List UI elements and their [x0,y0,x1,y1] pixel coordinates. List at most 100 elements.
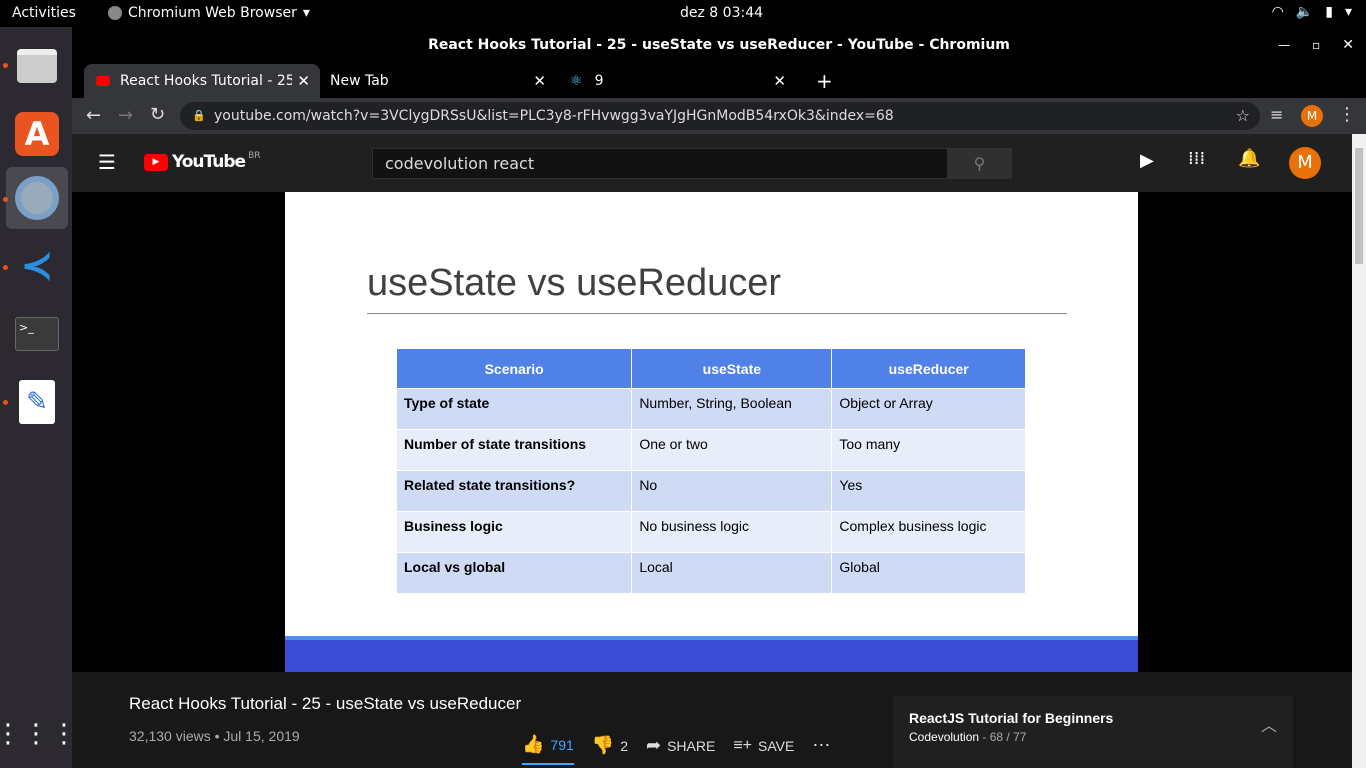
new-tab-button[interactable]: + [804,64,834,98]
youtube-header: ☰ ▶ YouTube BR codevolution react ⚲ ▶ ⁞⁞… [72,134,1352,192]
table-cell: Number, String, Boolean [631,388,833,430]
title-rule [367,313,1067,314]
activities-button[interactable]: Activities [12,5,76,21]
apps-grid-icon[interactable]: ⁞⁞⁞ [1188,148,1205,169]
files-icon [17,49,57,83]
menu-kebab-icon[interactable]: ⋮ [1338,104,1356,125]
close-tab-icon[interactable]: ✕ [773,72,786,90]
forward-icon[interactable]: → [118,105,133,126]
search-icon: ⚲ [973,154,986,173]
video-player[interactable]: useState vs useReducer Scenario useState… [72,192,1352,672]
chevron-up-icon[interactable]: ︿ [1261,712,1277,736]
table-cell: No [631,470,833,512]
chromium-icon [15,176,59,220]
dock: A ≺ >_ ✎ ⋮⋮⋮ [0,27,77,768]
show-apps-button[interactable]: ⋮⋮⋮ [0,703,77,765]
tab-label: 9 [594,73,604,89]
search-button[interactable]: ⚲ [947,148,1012,179]
react-favicon-icon: ⚛ [570,73,583,89]
playlist-channel[interactable]: Codevolution [909,730,979,744]
tab-react[interactable]: ⚛ 9 ✕ [558,64,796,98]
software-app[interactable]: A [6,103,68,165]
table-cell: Type of state [395,388,633,430]
chromium-icon [108,6,122,20]
bookmark-star-icon[interactable]: ☆ [1236,102,1250,130]
app-menu[interactable]: Chromium Web Browser ▾ [108,5,310,21]
like-count: 791 [550,736,574,753]
youtube-favicon-icon [96,76,110,86]
video-info: React Hooks Tutorial - 25 - useState vs … [72,672,1352,768]
media-control-icon[interactable]: ≡ [1270,105,1283,124]
region-code: BR [248,151,261,161]
clock[interactable]: dez 8 03:44 [680,5,763,21]
table-cell: Local vs global [395,552,633,594]
chromium-app[interactable] [6,167,68,229]
playlist-panel[interactable]: ReactJS Tutorial for Beginners Codevolut… [893,696,1293,768]
youtube-logo[interactable]: ▶ YouTube BR [144,151,261,172]
terminal-app[interactable]: >_ [6,303,68,365]
close-button[interactable]: ✕ [1342,27,1354,64]
search-input[interactable]: codevolution react [372,148,948,179]
text-editor-app[interactable]: ✎ [6,371,68,433]
share-label: SHARE [667,737,716,754]
table-header-row: Scenario useState useReducer [395,348,1026,389]
more-actions-icon[interactable]: ⋯ [812,735,830,756]
column-header: Scenario [395,348,633,389]
tab-new-tab[interactable]: New Tab ✕ [318,64,556,98]
table-cell: Too many [831,429,1026,471]
close-tab-icon[interactable]: ✕ [297,72,310,90]
table-row: Business logic No business logic Complex… [395,511,1026,553]
table-cell: Related state transitions? [395,470,633,512]
wifi-icon: ◠ [1271,4,1284,20]
system-tray[interactable]: ◠ 🔈 ▮ ▾ [1272,4,1352,20]
page-scrollbar[interactable] [1352,134,1366,768]
slide-frame: useState vs useReducer Scenario useState… [285,192,1138,672]
thumbs-up-icon: 👍 [522,734,545,754]
column-header: useReducer [831,348,1026,389]
files-app[interactable] [6,35,68,97]
table-row: Number of state transitions One or two T… [395,429,1026,471]
back-icon[interactable]: ← [86,105,101,126]
caret-down-icon: ▾ [302,5,310,21]
minimize-button[interactable]: — [1278,27,1290,64]
gnome-top-bar: Activities Chromium Web Browser ▾ dez 8 … [0,0,1366,27]
window-titlebar: React Hooks Tutorial - 25 - useState vs … [72,27,1366,64]
window-title: React Hooks Tutorial - 25 - useState vs … [428,37,1010,53]
like-button[interactable]: 👍 791 [522,734,574,765]
battery-icon: ▮ [1325,4,1333,20]
table-cell: No business logic [631,511,833,553]
youtube-play-icon: ▶ [144,153,168,171]
tab-youtube[interactable]: React Hooks Tutorial - 25 - ✕ [84,64,320,98]
table-cell: Object or Array [831,388,1026,430]
table-cell: Business logic [395,511,633,553]
share-arrow-icon: ➦ [646,735,662,755]
text-editor-icon: ✎ [19,380,55,424]
dislike-button[interactable]: 👎 2 [592,735,628,756]
browser-window: React Hooks Tutorial - 25 - useState vs … [72,27,1366,768]
playlist-title: ReactJS Tutorial for Beginners [909,710,1114,726]
playlist-position: - 68 / 77 [982,730,1027,744]
logo-text: YouTube [172,152,246,172]
tab-strip: React Hooks Tutorial - 25 - ✕ New Tab ✕ … [72,64,1366,98]
share-button[interactable]: ➦ SHARE [646,735,715,756]
reload-icon[interactable]: ↻ [150,104,165,125]
vscode-app[interactable]: ≺ [6,235,68,297]
table-cell: One or two [631,429,833,471]
maximize-button[interactable]: ▫ [1312,27,1320,64]
account-avatar[interactable]: M [1289,147,1321,179]
save-label: SAVE [758,737,795,754]
address-bar[interactable]: 🔒 youtube.com/watch?v=3VClygDRSsU&list=P… [180,102,1260,130]
terminal-icon: >_ [15,317,59,351]
save-button[interactable]: ≡+ SAVE [733,737,794,755]
close-tab-icon[interactable]: ✕ [533,72,546,90]
tab-label: React Hooks Tutorial - 25 - [120,73,292,89]
playlist-add-icon: ≡+ [733,736,753,754]
notifications-bell-icon[interactable]: 🔔 [1238,148,1260,169]
create-video-icon[interactable]: ▶ [1140,150,1154,171]
tab-label: New Tab [330,73,389,89]
slide-title: useState vs useReducer [367,262,782,304]
profile-avatar[interactable]: M [1301,105,1323,127]
lock-icon: 🔒 [192,109,206,122]
scrollbar-thumb[interactable] [1355,148,1363,264]
hamburger-menu-icon[interactable]: ☰ [98,150,116,174]
